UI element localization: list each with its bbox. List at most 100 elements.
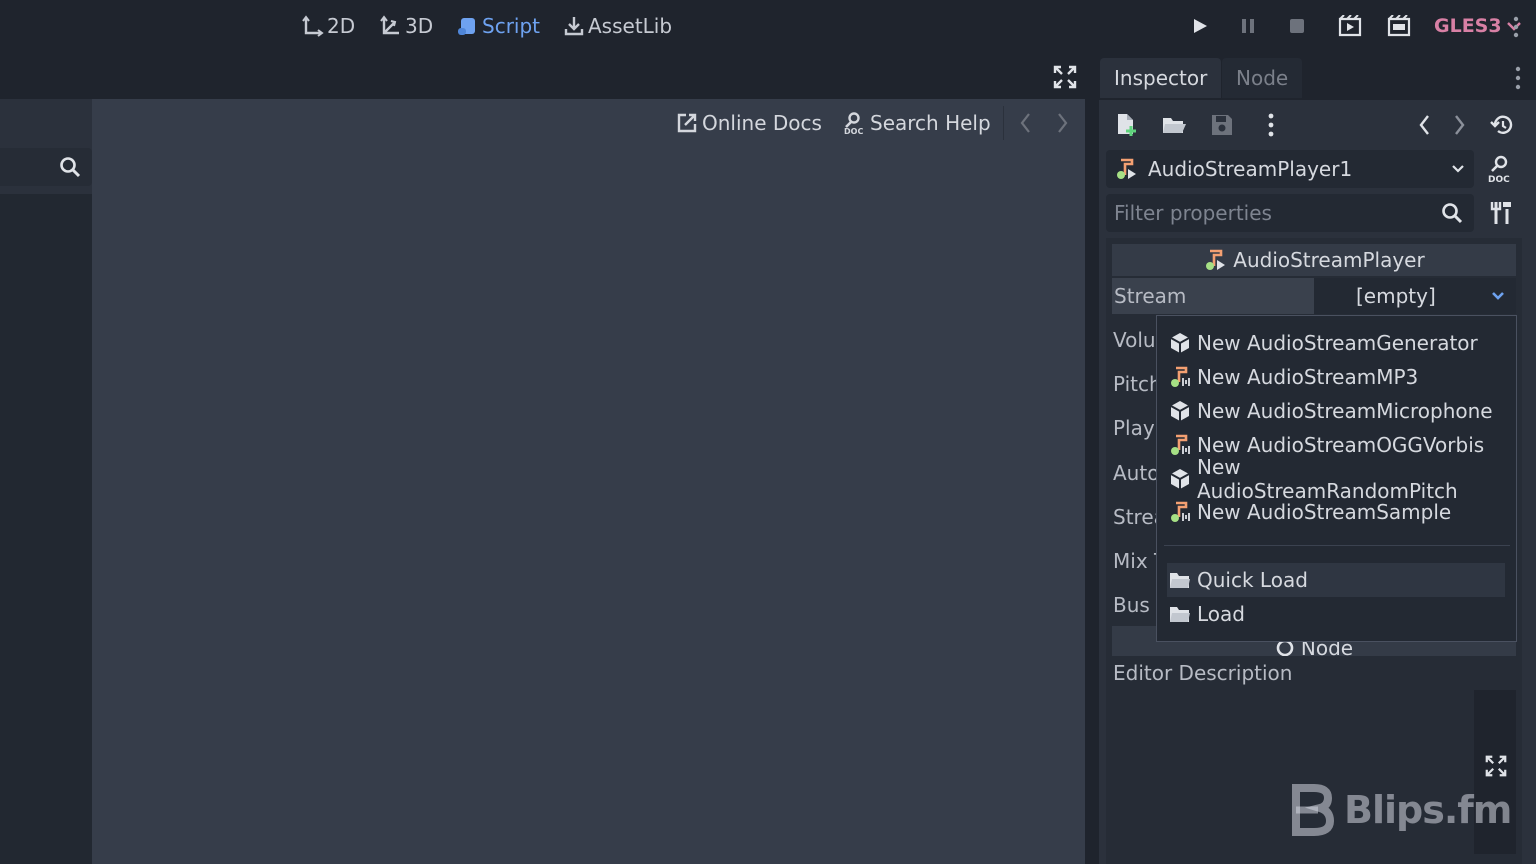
stream-property-label: Stream bbox=[1112, 278, 1314, 314]
save-resource-button[interactable] bbox=[1207, 110, 1237, 140]
menu-item-label: New AudioStreamMicrophone bbox=[1197, 399, 1493, 423]
workspace-script-button[interactable]: Script bbox=[457, 10, 540, 42]
search-help-button[interactable]: DOC Search Help bbox=[842, 106, 991, 140]
renderer-select[interactable]: GLES3 bbox=[1434, 12, 1522, 40]
resource-options-button[interactable] bbox=[1256, 110, 1286, 140]
doc-search-icon: DOC bbox=[1486, 154, 1514, 184]
online-docs-button[interactable]: Online Docs bbox=[676, 106, 822, 140]
renderer-label: GLES3 bbox=[1434, 15, 1502, 37]
workspace-2d-button[interactable]: 2D bbox=[302, 10, 355, 42]
menu-item-new-audiostreamsample[interactable]: New AudioStreamSample bbox=[1167, 495, 1505, 529]
script-list[interactable] bbox=[0, 194, 92, 864]
menu-separator bbox=[1164, 545, 1510, 546]
property-label-mix-target: Mix T bbox=[1113, 549, 1156, 573]
stream-resource-picker[interactable]: [empty] bbox=[1314, 278, 1516, 314]
expand-icon bbox=[1052, 64, 1078, 90]
cube-icon bbox=[1169, 468, 1191, 490]
chevron-down-icon bbox=[1490, 290, 1506, 302]
property-label-volume: Volu bbox=[1113, 328, 1156, 352]
tab-inspector[interactable]: Inspector bbox=[1100, 58, 1222, 98]
svg-text:DOC: DOC bbox=[1488, 175, 1510, 184]
search-icon bbox=[1440, 201, 1464, 225]
tab-node[interactable]: Node bbox=[1222, 58, 1303, 98]
audio-stream-icon bbox=[1169, 366, 1191, 388]
2d-icon bbox=[302, 15, 324, 37]
pause-button[interactable] bbox=[1234, 12, 1262, 40]
property-label-playing: Play bbox=[1113, 416, 1155, 440]
play-icon bbox=[1191, 17, 1209, 35]
chevron-left-icon bbox=[1418, 113, 1432, 137]
expand-description-button[interactable] bbox=[1482, 752, 1510, 780]
chevron-right-icon bbox=[1452, 113, 1466, 137]
save-icon bbox=[1210, 113, 1234, 137]
menu-item-label: New AudioStreamGenerator bbox=[1197, 331, 1478, 355]
menu-item-new-audiostreammp3[interactable]: New AudioStreamMP3 bbox=[1167, 360, 1505, 394]
history-forward-button[interactable] bbox=[1054, 110, 1070, 136]
node-selector[interactable]: AudioStreamPlayer1 bbox=[1106, 150, 1474, 188]
play-custom-scene-button[interactable] bbox=[1385, 12, 1413, 40]
cube-icon bbox=[1169, 332, 1191, 354]
history-icon bbox=[1490, 113, 1514, 137]
folder-icon bbox=[1169, 604, 1191, 624]
stop-button[interactable] bbox=[1283, 12, 1311, 40]
history-back-button[interactable] bbox=[1018, 110, 1034, 136]
chevron-right-icon bbox=[1054, 110, 1070, 136]
load-resource-button[interactable] bbox=[1159, 110, 1189, 140]
script-icon bbox=[457, 15, 479, 37]
menu-item-new-audiostreamgenerator[interactable]: New AudioStreamGenerator bbox=[1167, 326, 1505, 360]
new-file-icon bbox=[1114, 112, 1138, 138]
menu-item-quick-load[interactable]: Quick Load bbox=[1167, 563, 1505, 597]
cube-icon bbox=[1169, 400, 1191, 422]
menu-item-load[interactable]: Load bbox=[1167, 597, 1505, 631]
dock-splitter[interactable] bbox=[1085, 52, 1099, 864]
folder-open-icon bbox=[1161, 114, 1187, 136]
audio-stream-player-icon bbox=[1203, 248, 1227, 272]
workspace-assetlib-label: AssetLib bbox=[588, 14, 673, 38]
menu-item-label: Load bbox=[1197, 602, 1245, 626]
property-label-bus: Bus bbox=[1113, 593, 1150, 617]
dock-menu-button[interactable] bbox=[1514, 64, 1522, 92]
folder-icon bbox=[1169, 570, 1191, 590]
play-custom-scene-icon bbox=[1387, 15, 1411, 37]
chevron-down-icon bbox=[1450, 163, 1466, 175]
workspace-2d-label: 2D bbox=[327, 14, 356, 38]
pause-icon bbox=[1239, 17, 1257, 35]
menu-item-new-audiostreamrandompitch[interactable]: New AudioStreamRandomPitch bbox=[1167, 455, 1505, 503]
tab-node-label: Node bbox=[1236, 66, 1289, 90]
filter-properties-input[interactable] bbox=[1114, 201, 1434, 225]
top-bar-menu-icon[interactable] bbox=[1512, 14, 1520, 40]
next-object-button[interactable] bbox=[1444, 110, 1474, 140]
script-filter-field[interactable] bbox=[0, 148, 92, 186]
menu-item-label: Quick Load bbox=[1197, 568, 1308, 592]
play-button[interactable] bbox=[1186, 12, 1214, 40]
history-button[interactable] bbox=[1487, 110, 1517, 140]
distraction-free-button[interactable] bbox=[1052, 64, 1078, 90]
property-label-autoplay: Auto bbox=[1113, 461, 1156, 485]
svg-text:DOC: DOC bbox=[844, 127, 863, 135]
property-label-pitch: Pitch bbox=[1113, 372, 1156, 396]
chevron-left-icon bbox=[1018, 110, 1034, 136]
watermark: Blips.fm bbox=[1290, 784, 1512, 836]
menu-item-new-audiostreammicrophone[interactable]: New AudioStreamMicrophone bbox=[1167, 394, 1505, 428]
workspace-3d-button[interactable]: 3D bbox=[380, 10, 433, 42]
script-editor-area[interactable] bbox=[92, 148, 1085, 864]
menu-item-label: New AudioStreamOGGVorbis bbox=[1197, 433, 1485, 457]
play-scene-button[interactable] bbox=[1336, 12, 1364, 40]
workspace-assetlib-button[interactable]: AssetLib bbox=[563, 10, 672, 42]
open-docs-button[interactable]: DOC bbox=[1486, 154, 1514, 184]
previous-object-button[interactable] bbox=[1410, 110, 1440, 140]
new-resource-button[interactable] bbox=[1111, 110, 1141, 140]
watermark-label: Blips.fm bbox=[1344, 788, 1512, 832]
menu-item-label: New AudioStreamSample bbox=[1197, 500, 1452, 524]
tab-inspector-label: Inspector bbox=[1114, 66, 1208, 90]
audio-stream-icon bbox=[1169, 434, 1191, 456]
filter-properties-field[interactable] bbox=[1106, 194, 1474, 232]
property-tools-button[interactable] bbox=[1489, 199, 1515, 227]
audio-stream-player-section[interactable]: AudioStreamPlayer bbox=[1112, 244, 1516, 276]
workspace-script-label: Script bbox=[482, 14, 541, 38]
stop-icon bbox=[1288, 17, 1306, 35]
external-link-icon bbox=[676, 112, 698, 134]
online-docs-label: Online Docs bbox=[702, 111, 822, 135]
doc-search-icon: DOC bbox=[842, 111, 866, 135]
assetlib-icon bbox=[563, 15, 585, 37]
